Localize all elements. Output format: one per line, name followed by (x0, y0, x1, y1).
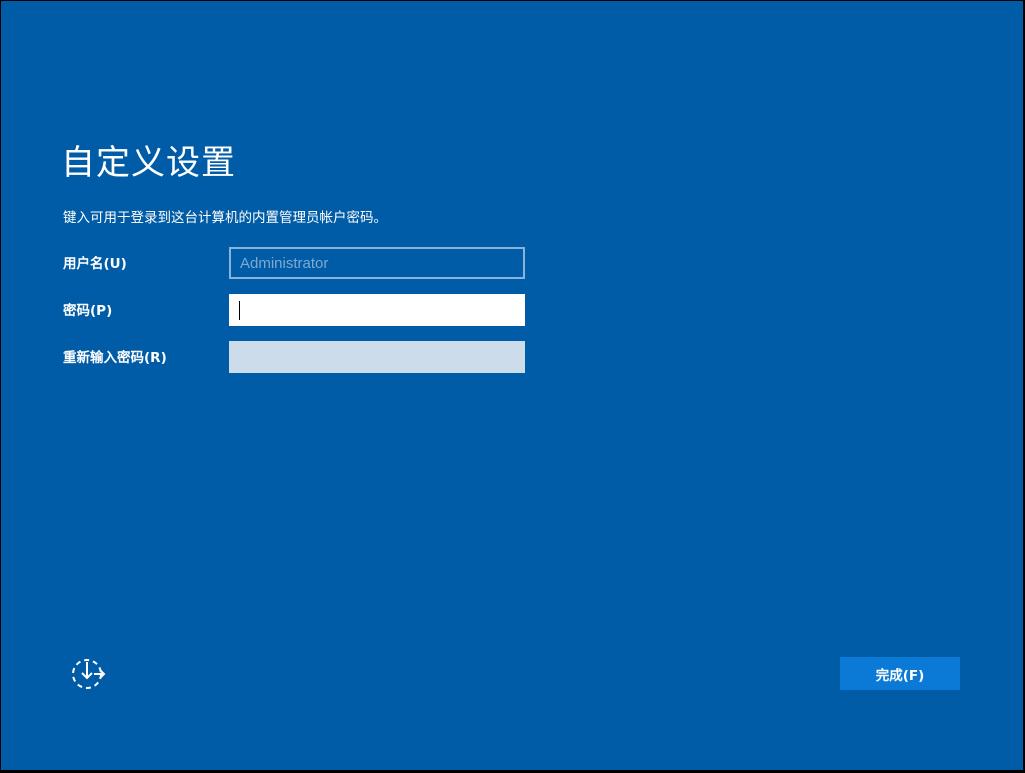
text-caret (239, 301, 240, 320)
username-label: 用户名(U) (63, 256, 127, 272)
password-field[interactable] (229, 294, 525, 326)
page-title: 自定义设置 (61, 143, 236, 183)
reenter-password-label: 重新输入密码(R) (63, 350, 167, 366)
page-subtitle: 键入可用于登录到这台计算机的内置管理员帐户密码。 (63, 210, 387, 226)
password-label: 密码(P) (63, 303, 113, 319)
username-field: Administrator (229, 247, 525, 279)
finish-button[interactable]: 完成(F) (840, 657, 960, 690)
setup-screen: 自定义设置 键入可用于登录到这台计算机的内置管理员帐户密码。 用户名(U) Ad… (1, 1, 1023, 770)
username-value: Administrator (240, 255, 329, 272)
reenter-password-field[interactable] (229, 341, 525, 373)
ease-of-access-icon[interactable] (70, 657, 106, 691)
